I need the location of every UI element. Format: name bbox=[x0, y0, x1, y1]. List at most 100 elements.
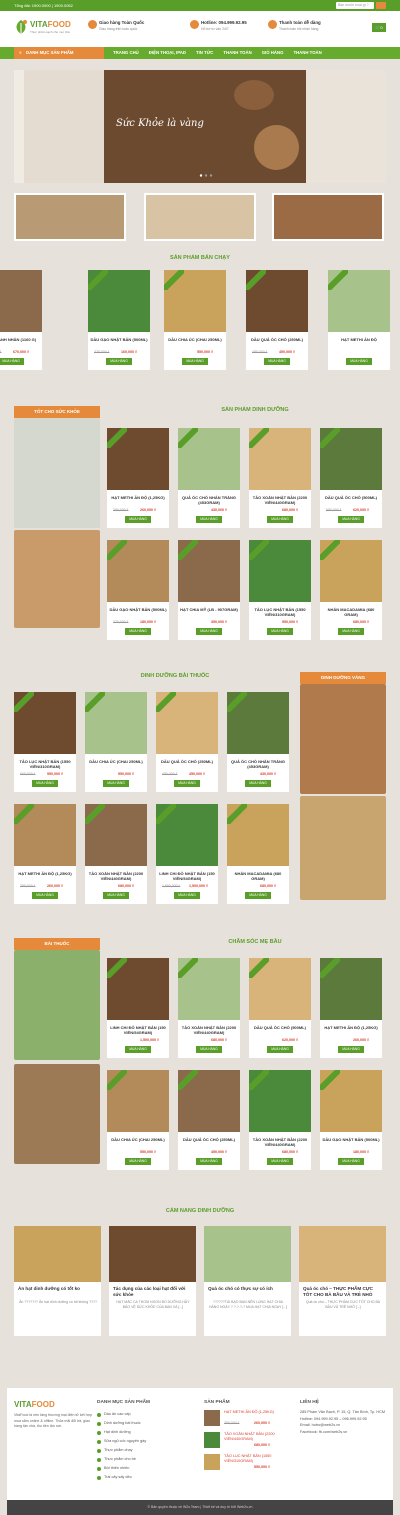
nav-payment[interactable]: THANH TOÁN bbox=[218, 47, 256, 59]
product-image[interactable] bbox=[320, 540, 382, 602]
promo-thumb[interactable] bbox=[272, 193, 384, 241]
news-title[interactable]: Quả óc chó có thực sự có ích bbox=[208, 1286, 288, 1292]
buy-button[interactable]: MUA HÀNG bbox=[267, 516, 293, 523]
product-card[interactable]: HẠT METHI ẤN ĐỘ MUA HÀNG bbox=[328, 270, 390, 370]
buy-button[interactable]: MUA HÀNG bbox=[338, 516, 364, 523]
product-name[interactable]: DẦU CHIA ÚC (CHAI 250ML) bbox=[87, 759, 145, 764]
product-card[interactable]: QUẢ ÓC CHÓ NHÂN TRẮNG (453GRAM) 430,000 ₫… bbox=[227, 692, 289, 792]
product-name[interactable]: DẦU GẠO NHẬT BẢN (500ML) bbox=[90, 337, 148, 342]
promo-thumb[interactable] bbox=[144, 193, 256, 241]
footer-category-link[interactable]: Trái cây sấy dẻo bbox=[97, 1473, 192, 1482]
product-image[interactable] bbox=[178, 428, 240, 490]
buy-button[interactable]: MUA HÀNG bbox=[338, 1158, 364, 1165]
buy-button[interactable]: MUA HÀNG bbox=[196, 1158, 222, 1165]
buy-button[interactable]: MUA HÀNG bbox=[0, 358, 24, 365]
product-image[interactable] bbox=[107, 540, 169, 602]
nav-phones[interactable]: ĐIỆN THOẠI, IPAD bbox=[144, 47, 191, 59]
product-card[interactable]: DẦU CHIA ÚC (CHAI 250ML) 550,000 ₫ MUA HÀN… bbox=[164, 270, 226, 370]
product-card[interactable]: DẦU QUẢ ÓC CHÓ (250ML) 480,000 ₫ 450,000 ₫… bbox=[246, 270, 308, 370]
product-name[interactable]: QUẢ ÓC CHÓ NHÂN TRẮNG (453GRAM) bbox=[229, 759, 287, 769]
news-card[interactable]: Tác dụng của các loại hạt đối với sức kh… bbox=[109, 1226, 196, 1336]
product-card[interactable]: HẠT CHIA MỸ (LB - 907GRAM) 350,000 ₫ MUA H… bbox=[178, 540, 240, 640]
news-title[interactable]: Tác dụng của các loại hạt đối với sức kh… bbox=[113, 1286, 193, 1298]
nav-home[interactable]: TRANG CHỦ bbox=[108, 47, 144, 59]
product-name[interactable]: NHÂN MACADAMIA (680 GRAM) bbox=[229, 871, 287, 881]
product-card[interactable]: TẢO XOẮN NHẬT BẢN (2200 VIÊN/440GRAM) 680… bbox=[178, 958, 240, 1058]
product-card[interactable]: TẢO LỤC NHẬT BẢN (1550 VIÊN/310GRAM) 600,… bbox=[14, 692, 76, 792]
product-name[interactable]: LINH CHI ĐỎ NHẬT BẢN (150 VIÊN/54GRAM) bbox=[158, 871, 216, 881]
product-image[interactable] bbox=[178, 958, 240, 1020]
product-name[interactable]: DẦU QUẢ ÓC CHÓ (250ML) bbox=[158, 759, 216, 764]
buy-button[interactable]: MUA HÀNG bbox=[174, 780, 200, 787]
footer-product-name[interactable]: HẠT METHI ẤN ĐỘ (1,25KG) bbox=[224, 1410, 290, 1415]
news-card[interactable]: Quả óc chó – THỰC PHẨM CỰC TỐT CHO BÀ BẦ… bbox=[299, 1226, 386, 1336]
buy-button[interactable]: MUA HÀNG bbox=[125, 628, 151, 635]
product-card[interactable]: DẦU QUẢ ÓC CHÓ (500ML) 650,000 ₫ 620,000 ₫… bbox=[320, 428, 382, 528]
product-name[interactable]: DẦU QUẢ ÓC CHÓ (250ML) bbox=[180, 1137, 238, 1142]
footer-category-link[interactable]: Thực phẩm chay bbox=[97, 1446, 192, 1455]
footer-product-item[interactable]: TẢO LỤC NHẬT BẢN (1550 VIÊN/310GRAM) 550,… bbox=[204, 1454, 294, 1476]
product-card[interactable]: DẦU QUẢ ÓC CHÓ (250ML) 450,000 ₫ MUA HÀNG bbox=[178, 1070, 240, 1170]
product-image[interactable] bbox=[107, 428, 169, 490]
buy-button[interactable]: MUA HÀNG bbox=[103, 780, 129, 787]
product-name[interactable]: HẠT CHIA MỸ (LB - 907GRAM) bbox=[180, 607, 238, 612]
hero-banner[interactable]: Sức Khỏe là vàng bbox=[104, 70, 306, 183]
product-card[interactable]: DẦU GẠO NHẬT BẢN (500ML) 180,000 ₫ MUA HÀN… bbox=[320, 1070, 382, 1170]
product-card[interactable]: DẦU GẠO NHẬT BẢN (500ML) 220,000 ₫ 180,000… bbox=[107, 540, 169, 640]
news-image[interactable] bbox=[299, 1226, 386, 1282]
product-card[interactable]: NHÂN MACADAMIA (680 GRAM) 680,000 ₫ MUA HÀ… bbox=[320, 540, 382, 640]
product-card[interactable]: DẦU CHIA ÚC (CHAI 250ML) 550,000 ₫ MUA HÀN… bbox=[85, 692, 147, 792]
footer-category-link[interactable]: Dầu ăn cao cấp bbox=[97, 1410, 192, 1419]
product-name[interactable]: DẦU QUẢ ÓC CHÓ (500ML) bbox=[251, 1025, 309, 1030]
news-image[interactable] bbox=[204, 1226, 291, 1282]
buy-button[interactable]: MUA HÀNG bbox=[32, 892, 58, 899]
search-button[interactable] bbox=[376, 2, 386, 9]
news-image[interactable] bbox=[109, 1226, 196, 1282]
buy-button[interactable]: MUA HÀNG bbox=[182, 358, 208, 365]
buy-button[interactable]: MUA HÀNG bbox=[106, 358, 132, 365]
news-card[interactable]: Quả óc chó có thực sự có ích ??????TÁI BẠ… bbox=[204, 1226, 291, 1336]
product-name[interactable]: HẠT HẠNH NHÂN (1160 G) bbox=[0, 337, 40, 342]
product-image[interactable] bbox=[88, 270, 150, 332]
product-image[interactable] bbox=[107, 1070, 169, 1132]
slider-dots[interactable] bbox=[199, 174, 213, 177]
product-name[interactable]: HẠT METHI ẤN ĐỘ bbox=[330, 337, 388, 342]
footer-product-image[interactable] bbox=[204, 1454, 220, 1470]
buy-button[interactable]: MUA HÀNG bbox=[245, 780, 271, 787]
product-name[interactable]: LINH CHI ĐỎ NHẬT BẢN (150 VIÊN/54GRAM) bbox=[109, 1025, 167, 1035]
buy-button[interactable]: MUA HÀNG bbox=[245, 892, 271, 899]
product-card[interactable]: QUẢ ÓC CHÓ NHÂN TRẮNG (453GRAM) 430,000 ₫… bbox=[178, 428, 240, 528]
footer-category-link[interactable]: Thực phẩm cho bé bbox=[97, 1455, 192, 1464]
product-name[interactable]: HẠT METHI ẤN ĐỘ (1,25KG) bbox=[109, 495, 167, 500]
remedy-banner-image-2[interactable] bbox=[14, 1064, 100, 1164]
buy-button[interactable]: MUA HÀNG bbox=[103, 892, 129, 899]
product-image[interactable] bbox=[227, 804, 289, 866]
product-image[interactable] bbox=[14, 692, 76, 754]
product-card[interactable]: HẠT METHI ẤN ĐỘ (1,25KG) 280,000 ₫ 260,000… bbox=[14, 804, 76, 904]
product-name[interactable]: HẠT METHI ẤN ĐỘ (1,25KG) bbox=[16, 871, 74, 876]
product-name[interactable]: DẦU GẠO NHẬT BẢN (500ML) bbox=[109, 607, 167, 612]
news-image[interactable] bbox=[14, 1226, 101, 1282]
product-name[interactable]: TẢO LỤC NHẬT BẢN (1550 VIÊN/310GRAM) bbox=[16, 759, 74, 769]
buy-button[interactable]: MUA HÀNG bbox=[125, 1158, 151, 1165]
footer-category-link[interactable]: Hạt dinh dưỡng bbox=[97, 1428, 192, 1437]
product-image[interactable] bbox=[246, 270, 308, 332]
product-card[interactable]: TẢO XOẮN NHẬT BẢN (2200 VIÊN/440GRAM) 680… bbox=[85, 804, 147, 904]
product-image[interactable] bbox=[249, 958, 311, 1020]
product-image[interactable] bbox=[14, 804, 76, 866]
footer-product-item[interactable]: TẢO XOẮN NHẬT BẢN (2200 VIÊN/440GRAM) 680… bbox=[204, 1432, 294, 1454]
footer-category-link[interactable]: Dinh dưỡng bài thuốc bbox=[97, 1419, 192, 1428]
buy-button[interactable]: MUA HÀNG bbox=[196, 628, 222, 635]
news-title[interactable]: Ăn hạt dinh dưỡng có tốt ko bbox=[18, 1286, 98, 1292]
product-name[interactable]: TẢO LỤC NHẬT BẢN (1550 VIÊN/310GRAM) bbox=[251, 607, 309, 617]
product-card[interactable]: HẠT HẠNH NHÂN (1160 G) 720,000 ₫ 670,000 ₫… bbox=[0, 270, 42, 370]
product-card[interactable]: NHÂN MACADAMIA (680 GRAM) 680,000 ₫ MUA HÀ… bbox=[227, 804, 289, 904]
product-image[interactable] bbox=[320, 428, 382, 490]
logo[interactable]: VITAFOOD Thực phẩm sạch cho mọi nhà bbox=[14, 17, 74, 43]
product-image[interactable] bbox=[227, 692, 289, 754]
product-card[interactable]: HẠT METHI ẤN ĐỘ (1,25KG) 280,000 ₫ 260,000… bbox=[107, 428, 169, 528]
remedy-banner-image[interactable] bbox=[14, 950, 100, 1060]
buy-button[interactable]: MUA HÀNG bbox=[338, 1046, 364, 1053]
footer-category-link[interactable]: Sữa ngũ cốc nguyên gầy bbox=[97, 1437, 192, 1446]
product-name[interactable]: DẦU CHIA ÚC (CHAI 250ML) bbox=[109, 1137, 167, 1142]
